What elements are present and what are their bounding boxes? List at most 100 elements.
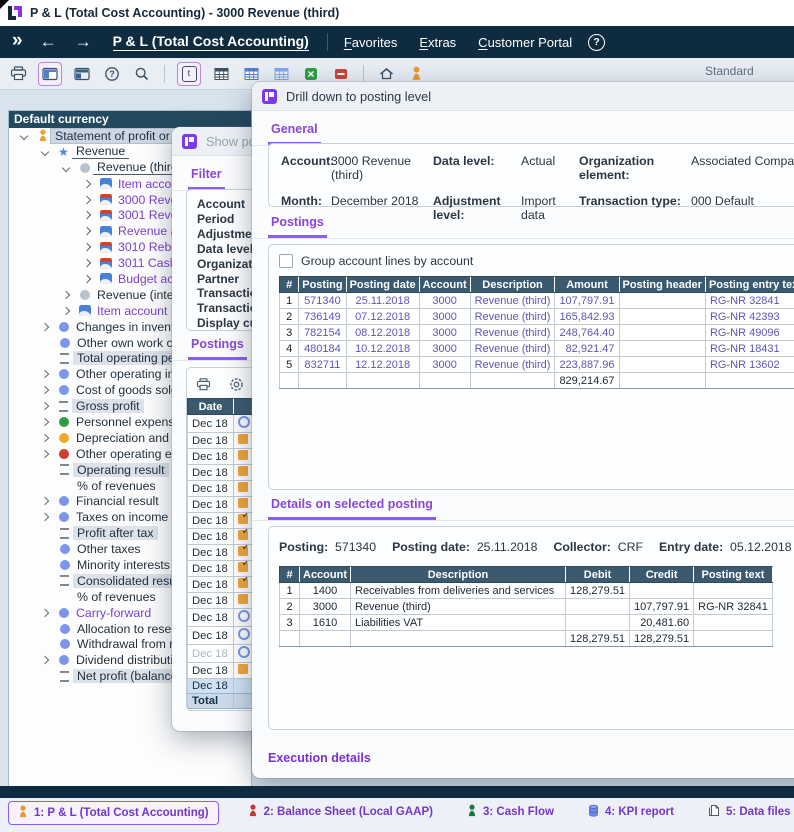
blue-circle-icon <box>55 385 72 395</box>
sum-icon <box>56 575 73 586</box>
back-icon[interactable]: ← <box>40 32 57 52</box>
posting-row[interactable]: 157134025.11.20183000Revenue (third)107,… <box>280 293 794 309</box>
grid-blue-icon[interactable] <box>241 64 261 84</box>
posting-row[interactable]: 448018410.12.20183000Revenue (third)82,9… <box>280 341 794 357</box>
tab-details-selected-posting[interactable]: Details on selected posting <box>268 497 436 520</box>
column-header[interactable]: Amount <box>555 277 619 293</box>
expand-chevron-icon[interactable] <box>41 608 49 616</box>
tab-filter[interactable]: Filter <box>188 167 225 190</box>
grid-light-icon[interactable] <box>271 64 291 84</box>
highlight-status-icon <box>238 466 248 476</box>
detail-row[interactable]: 23000Revenue (third)107,797.91RG-NR 3284… <box>280 599 773 615</box>
tab-general[interactable]: General <box>268 122 321 145</box>
column-header[interactable]: Debit <box>566 567 630 583</box>
collapse-chevron-icon[interactable] <box>41 148 49 156</box>
expand-chevron-icon[interactable] <box>41 370 49 378</box>
column-header[interactable]: Description <box>351 567 566 583</box>
expand-chevron-icon[interactable] <box>83 275 91 283</box>
column-header[interactable]: Description <box>470 277 555 293</box>
workbook-tab[interactable]: 5: Data files <box>703 801 794 823</box>
expand-chevron-icon[interactable] <box>41 513 49 521</box>
nav-favorites[interactable]: Favorites <box>344 35 397 50</box>
collapse-chevron-icon[interactable] <box>20 132 28 140</box>
profile-selector[interactable]: Standard <box>705 64 754 78</box>
expand-chevron-icon[interactable] <box>62 306 70 314</box>
printer-icon[interactable] <box>8 64 28 84</box>
expand-chevron-icon[interactable] <box>83 259 91 267</box>
blue-circle-icon <box>56 639 73 649</box>
posting-row[interactable]: 378215408.12.20183000Revenue (third)248,… <box>280 325 794 341</box>
expand-chevron-icon[interactable] <box>83 195 91 203</box>
field-pair: Posting date: 25.11.2018 <box>392 540 537 554</box>
expand-chevron-icon[interactable] <box>41 402 49 410</box>
field-value: Associated Company <box>691 154 794 182</box>
workbook-tab[interactable]: 4: KPI report <box>583 801 679 823</box>
workbook-tab[interactable]: 2: Balance Sheet (Local GAAP) <box>243 801 438 823</box>
detail-row[interactable]: 31610Liabilities VAT20,481.60 <box>280 615 773 631</box>
column-header[interactable]: Account <box>419 277 470 293</box>
expand-chevron-icon[interactable] <box>41 434 49 442</box>
column-header[interactable]: # <box>280 567 300 583</box>
help-icon[interactable]: ? <box>588 34 605 51</box>
blue-circle-icon <box>55 369 72 379</box>
execution-details-link[interactable]: Execution details <box>268 751 371 765</box>
expand-chevron-icon[interactable] <box>83 227 91 235</box>
column-header[interactable]: Posting text <box>694 567 773 583</box>
tree-header: Default currency <box>9 111 251 128</box>
report-layout-icon[interactable] <box>72 64 92 84</box>
workbook-tab[interactable]: 3: Cash Flow <box>462 801 559 823</box>
search-icon[interactable] <box>132 64 152 84</box>
nav-customer-portal[interactable]: Customer Portal <box>478 35 572 50</box>
posting-row[interactable]: 583271112.12.20183000Revenue (third)223,… <box>280 357 794 373</box>
expand-chevron-icon[interactable] <box>83 243 91 251</box>
remove-icon[interactable] <box>331 64 351 84</box>
help-icon[interactable]: ? <box>102 64 122 84</box>
forward-icon[interactable]: → <box>75 32 92 52</box>
tab-postings-mid[interactable]: Postings <box>188 337 247 360</box>
highlight-icon[interactable] <box>406 64 426 84</box>
posting-row[interactable]: 273614907.12.20183000Revenue (third)165,… <box>280 309 794 325</box>
expand-chevron-icon[interactable] <box>41 497 49 505</box>
home-icon[interactable] <box>376 64 396 84</box>
highlight-status-icon <box>238 664 248 674</box>
group-by-account-checkbox[interactable] <box>279 254 293 268</box>
column-header[interactable]: Posting <box>299 277 346 293</box>
nav-extras[interactable]: Extras <box>419 35 456 50</box>
column-header[interactable]: Account <box>300 567 351 583</box>
blue-circle-icon <box>55 512 72 522</box>
expand-chevron-icon[interactable] <box>41 322 49 330</box>
tab-postings[interactable]: Postings <box>268 215 327 238</box>
checked-highlight-icon <box>238 530 248 540</box>
grid-dark-icon[interactable] <box>211 64 231 84</box>
expand-chevron-icon[interactable] <box>41 418 49 426</box>
workbook-tab[interactable]: 1: P & L (Total Cost Accounting) <box>8 801 219 825</box>
dialog-titlebar[interactable]: Drill down to posting level <box>252 82 794 111</box>
expand-chevron-icon[interactable] <box>62 291 70 299</box>
expand-chevron-icon[interactable] <box>41 656 49 664</box>
column-header[interactable]: Posting header <box>619 277 705 293</box>
sidebar-expand-icon[interactable]: » <box>12 30 21 52</box>
excel-export-icon[interactable] <box>301 64 321 84</box>
column-header[interactable]: # <box>280 277 299 293</box>
expand-chevron-icon[interactable] <box>41 450 49 458</box>
expand-chevron-icon[interactable] <box>41 386 49 394</box>
posting-details-table: #AccountDescriptionDebitCreditPosting te… <box>279 566 773 647</box>
expand-chevron-icon[interactable] <box>83 179 91 187</box>
column-header[interactable]: Credit <box>630 567 694 583</box>
account-chart-icon <box>97 258 114 269</box>
yellow-circle-icon <box>55 433 72 443</box>
printer-icon[interactable] <box>195 376 211 392</box>
report-layout-selected-icon[interactable] <box>38 62 62 86</box>
sum-icon <box>56 528 73 539</box>
current-view-title[interactable]: P & L (Total Cost Accounting) <box>113 33 309 51</box>
expand-chevron-icon[interactable] <box>83 211 91 219</box>
column-header[interactable]: Posting date <box>346 277 419 293</box>
column-header[interactable]: Posting entry text <box>705 277 794 293</box>
divider <box>327 33 328 51</box>
text-view-selected-icon[interactable]: t <box>177 62 201 86</box>
stamp-icon[interactable] <box>228 376 244 392</box>
detail-row[interactable]: 11400Receivables from deliveries and ser… <box>280 583 773 599</box>
field-value: 3000 Revenue (third) <box>331 154 433 182</box>
workbook-tab-bar: 1: P & L (Total Cost Accounting) 2: Balan… <box>0 798 794 832</box>
collapse-chevron-icon[interactable] <box>62 163 70 171</box>
